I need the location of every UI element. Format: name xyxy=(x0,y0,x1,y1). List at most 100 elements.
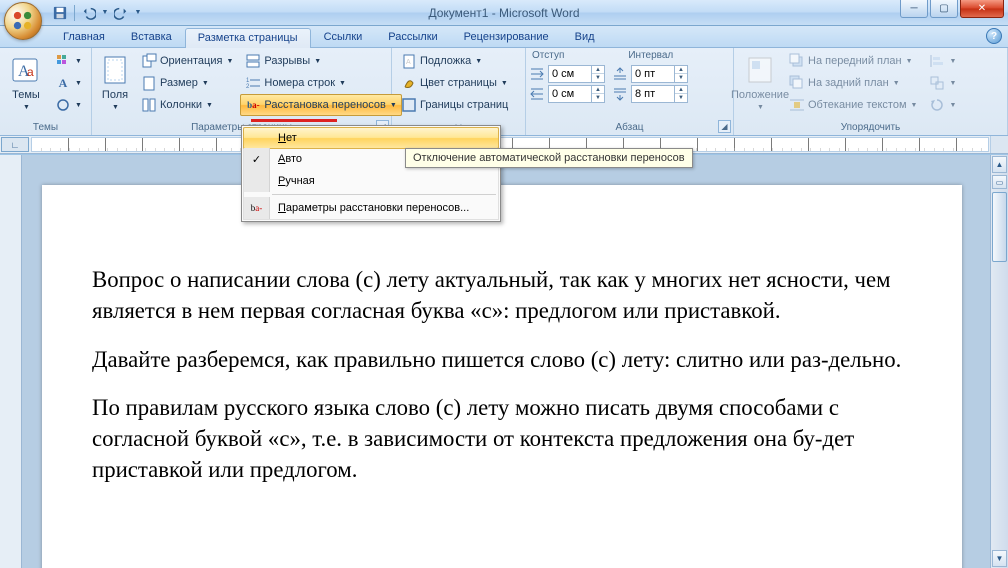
tab-view[interactable]: Вид xyxy=(562,27,608,47)
theme-fonts-button[interactable]: A▼ xyxy=(50,72,87,94)
size-label: Размер xyxy=(160,77,198,89)
orientation-button[interactable]: Ориентация▼ xyxy=(136,50,238,72)
indent-header: Отступ xyxy=(532,50,564,61)
indent-right-icon xyxy=(530,87,544,101)
position-button[interactable]: Положение▼ xyxy=(738,50,782,115)
hyphen-none-item[interactable]: Нет xyxy=(243,127,499,149)
page-borders-label: Границы страниц xyxy=(420,99,508,111)
theme-effects-button[interactable]: ▼ xyxy=(50,94,87,116)
indent-right-input[interactable] xyxy=(549,88,591,100)
tab-page-layout[interactable]: Разметка страницы xyxy=(185,28,311,48)
spin-up[interactable]: ▲ xyxy=(675,86,687,94)
office-button[interactable] xyxy=(4,2,42,40)
paragraph-2[interactable]: Давайте разберемся, как правильно пишетс… xyxy=(92,345,912,376)
space-before-spinner[interactable]: ▲▼ xyxy=(631,65,688,83)
help-icon[interactable]: ? xyxy=(986,28,1002,44)
breaks-button[interactable]: Разрывы▼ xyxy=(240,50,401,72)
send-back-button[interactable]: На задний план▼ xyxy=(784,72,922,94)
size-button[interactable]: Размер▼ xyxy=(136,72,238,94)
position-icon xyxy=(744,54,776,86)
check-gutter xyxy=(244,128,270,148)
bring-front-button[interactable]: На передний план▼ xyxy=(784,50,922,72)
indent-left-spinner[interactable]: ▲▼ xyxy=(548,65,605,83)
hyphenation-icon: ba- xyxy=(245,97,261,113)
fonts-icon: A xyxy=(55,75,71,91)
paragraph-1[interactable]: Вопрос о написании слова (с) лету актуал… xyxy=(92,265,912,327)
line-numbers-button[interactable]: 12Номера строк▼ xyxy=(240,72,401,94)
wrap-icon xyxy=(789,97,805,113)
spin-up[interactable]: ▲ xyxy=(592,66,604,74)
spin-up[interactable]: ▲ xyxy=(592,86,604,94)
scroll-track[interactable] xyxy=(991,190,1008,549)
group-paragraph-label: Абзац xyxy=(530,121,729,135)
columns-label: Колонки xyxy=(160,99,202,111)
svg-text:a: a xyxy=(27,65,34,79)
columns-icon xyxy=(141,97,157,113)
space-after-spinner[interactable]: ▲▼ xyxy=(631,85,688,103)
page-color-icon xyxy=(401,75,417,91)
qat-save-icon[interactable] xyxy=(50,3,70,23)
hyphen-manual-item[interactable]: Ручная xyxy=(244,170,498,192)
vertical-ruler[interactable] xyxy=(0,155,22,568)
space-after-input[interactable] xyxy=(632,88,674,100)
group-button[interactable]: ▼ xyxy=(924,72,961,94)
align-icon xyxy=(929,53,945,69)
tab-references[interactable]: Ссылки xyxy=(311,27,376,47)
indent-right-spinner[interactable]: ▲▼ xyxy=(548,85,605,103)
ruler-toggle-button[interactable]: ▭ xyxy=(992,175,1007,189)
document-page[interactable]: Вопрос о написании слова (с) лету актуал… xyxy=(42,185,962,568)
qat-undo-dd[interactable]: ▼ xyxy=(101,3,109,23)
svg-text:2: 2 xyxy=(246,84,250,90)
tab-insert[interactable]: Вставка xyxy=(118,27,185,47)
qat-customize-dd[interactable]: ▼ xyxy=(133,3,143,23)
space-before-input[interactable] xyxy=(632,68,674,80)
vertical-scrollbar[interactable]: ▲ ▭ ▼ xyxy=(990,155,1008,568)
watermark-icon: A xyxy=(401,53,417,69)
page-color-button[interactable]: Цвет страницы▼ xyxy=(396,72,513,94)
tab-mailings[interactable]: Рассылки xyxy=(375,27,450,47)
theme-colors-button[interactable]: ▼ xyxy=(50,50,87,72)
breaks-icon xyxy=(245,53,261,69)
hyphenation-button[interactable]: ba-Расстановка переносов▼ xyxy=(240,94,401,116)
spin-down[interactable]: ▼ xyxy=(592,74,604,82)
tab-selector[interactable]: ∟ xyxy=(1,137,29,152)
scroll-up-button[interactable]: ▲ xyxy=(992,156,1007,173)
group-arrange-label: Упорядочить xyxy=(738,121,1003,135)
close-button[interactable]: ✕ xyxy=(960,0,1004,18)
themes-button[interactable]: Aa Темы ▼ xyxy=(4,50,48,115)
annotation-underline xyxy=(251,119,337,122)
scroll-thumb[interactable] xyxy=(992,192,1007,262)
line-numbers-label: Номера строк xyxy=(264,77,335,89)
page-borders-button[interactable]: Границы страниц xyxy=(396,94,513,116)
line-numbers-icon: 12 xyxy=(245,75,261,91)
margins-button[interactable]: Поля▼ xyxy=(96,50,134,115)
spin-down[interactable]: ▼ xyxy=(592,94,604,102)
group-icon xyxy=(929,75,945,91)
rotate-button[interactable]: ▼ xyxy=(924,94,961,116)
qat-undo-icon[interactable] xyxy=(79,3,99,23)
minimize-button[interactable]: ─ xyxy=(900,0,928,18)
tab-review[interactable]: Рецензирование xyxy=(451,27,562,47)
columns-button[interactable]: Колонки▼ xyxy=(136,94,238,116)
hyphen-options-item[interactable]: ba- Параметры расстановки переносов... xyxy=(244,197,498,219)
spin-down[interactable]: ▼ xyxy=(675,74,687,82)
align-button[interactable]: ▼ xyxy=(924,50,961,72)
check-gutter xyxy=(244,170,270,192)
hyphenation-label: Расстановка переносов xyxy=(264,99,385,111)
qat-redo-icon[interactable] xyxy=(111,3,131,23)
tab-home[interactable]: Главная xyxy=(50,27,118,47)
text-wrap-button[interactable]: Обтекание текстом▼ xyxy=(784,94,922,116)
spin-up[interactable]: ▲ xyxy=(675,66,687,74)
spin-down[interactable]: ▼ xyxy=(675,94,687,102)
watermark-button[interactable]: AПодложка▼ xyxy=(396,50,513,72)
scroll-down-button[interactable]: ▼ xyxy=(992,550,1007,567)
themes-icon: Aa xyxy=(10,54,42,86)
window-title: Документ1 - Microsoft Word xyxy=(0,6,1008,20)
paragraph-launcher[interactable]: ◢ xyxy=(718,120,731,133)
paragraph-3[interactable]: По правилам русского языка слово (с) лет… xyxy=(92,393,912,485)
breaks-label: Разрывы xyxy=(264,55,310,67)
maximize-button[interactable]: ▢ xyxy=(930,0,958,18)
indent-left-input[interactable] xyxy=(549,68,591,80)
hotkey: Р xyxy=(278,175,285,187)
group-themes-label: Темы xyxy=(4,121,87,135)
